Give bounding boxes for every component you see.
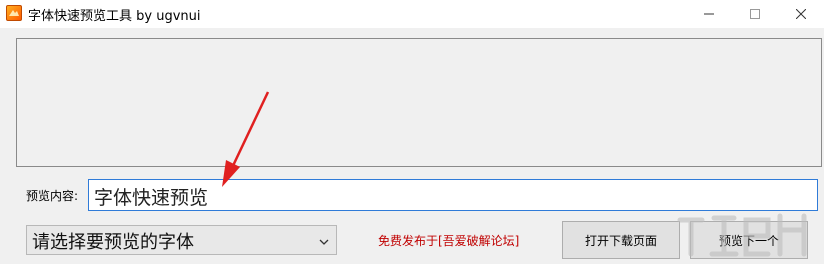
- font-preview-area: [16, 38, 822, 167]
- preview-next-button[interactable]: 预览下一个: [690, 221, 808, 259]
- maximize-icon: [750, 9, 760, 19]
- chevron-down-icon: [318, 232, 330, 253]
- font-select-dropdown[interactable]: 请选择要预览的字体: [26, 225, 337, 255]
- minimize-button[interactable]: [686, 0, 732, 28]
- app-window: 字体快速预览工具 by ugvnui 预览内容: 字体快速预览 请选择要预览的字…: [0, 0, 824, 264]
- minimize-icon: [704, 13, 714, 15]
- title-bar: 字体快速预览工具 by ugvnui: [0, 0, 824, 28]
- close-button[interactable]: [778, 0, 824, 28]
- maximize-button[interactable]: [732, 0, 778, 28]
- window-title: 字体快速预览工具 by ugvnui: [28, 9, 201, 24]
- font-select-value: 请选择要预览的字体: [32, 232, 194, 253]
- content-input[interactable]: 字体快速预览: [88, 179, 818, 211]
- app-logo-icon: [6, 5, 22, 21]
- content-label: 预览内容:: [26, 189, 79, 203]
- open-download-page-button[interactable]: 打开下载页面: [562, 221, 680, 259]
- close-icon: [796, 9, 806, 19]
- release-note: 免费发布于[吾爱破解论坛]: [378, 234, 520, 248]
